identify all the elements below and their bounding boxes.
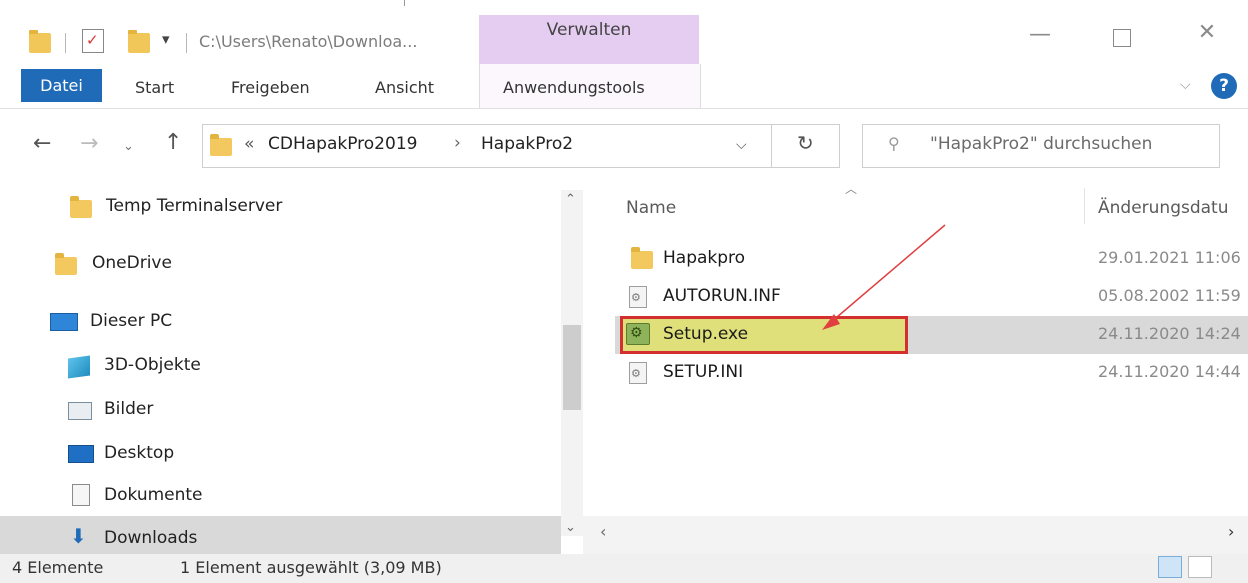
installer-icon [626, 323, 650, 345]
folder-icon [55, 253, 77, 275]
tab-anwendungstools[interactable]: Anwendungstools [503, 78, 645, 97]
customize-quick-access-icon[interactable]: ▾ [162, 30, 170, 48]
nav-item-dokumente[interactable]: Dokumente [104, 485, 203, 505]
file-name: Hapakpro [663, 248, 746, 268]
settings-file-icon [629, 362, 647, 384]
breadcrumb-hapakpro2[interactable]: HapakPro2 [481, 134, 573, 154]
file-name: SETUP.INI [663, 362, 744, 382]
nav-item-temp-terminalserver[interactable]: Temp Terminalserver [106, 196, 282, 216]
file-date: 24.11.2020 14:44 [1098, 362, 1241, 381]
folder-icon [631, 247, 653, 269]
nav-item-3d-objekte[interactable]: 3D-Objekte [104, 355, 201, 375]
tab-datei[interactable]: Datei [21, 69, 102, 102]
refresh-icon: ↻ [797, 131, 814, 155]
tab-freigeben[interactable]: Freigeben [231, 78, 310, 97]
item-count: 4 Elemente [12, 558, 104, 577]
nav-scrollbar-thumb[interactable] [563, 325, 581, 410]
nav-item-downloads[interactable]: Downloads [104, 528, 197, 548]
scroll-left-icon[interactable]: ‹ [600, 522, 606, 541]
scroll-down-icon[interactable]: ⌄ [565, 520, 576, 535]
divider [65, 33, 66, 53]
file-date: 24.11.2020 14:24 [1098, 324, 1241, 343]
new-folder-icon[interactable] [128, 30, 150, 53]
document-icon [72, 484, 90, 506]
breadcrumb-separator-icon[interactable]: › [454, 133, 461, 153]
horizontal-scrollbar[interactable] [583, 516, 1248, 554]
file-name: AUTORUN.INF [663, 286, 781, 306]
nav-item-dieser-pc[interactable]: Dieser PC [90, 311, 172, 331]
nav-item-desktop[interactable]: Desktop [104, 443, 174, 463]
scroll-right-icon[interactable]: › [1228, 522, 1234, 541]
search-icon: ⚲ [888, 134, 900, 153]
breadcrumb-overflow[interactable]: « [244, 134, 254, 154]
back-icon[interactable]: ← [33, 131, 51, 156]
file-name: Setup.exe [663, 324, 749, 344]
expand-ribbon-icon[interactable]: ⌵ [1180, 77, 1191, 93]
recent-locations-icon[interactable]: ⌄ [123, 139, 134, 154]
context-tab-verwalten[interactable]: Verwalten [479, 20, 699, 40]
download-icon: ⬇ [70, 524, 87, 548]
pictures-icon [68, 402, 92, 420]
folder-icon [70, 196, 92, 218]
breadcrumb-cdhapakpro2019[interactable]: CDHapakPro2019 [268, 134, 417, 154]
check-icon: ✓ [86, 31, 99, 49]
pc-icon [50, 313, 78, 331]
maximize-icon[interactable] [1113, 29, 1131, 47]
cube-icon [68, 355, 90, 379]
minimize-icon[interactable]: — [1025, 22, 1055, 47]
details-view-icon[interactable] [1158, 556, 1182, 578]
column-header-date[interactable]: Änderungsdatu [1098, 198, 1229, 218]
nav-item-onedrive[interactable]: OneDrive [92, 253, 172, 273]
desktop-icon [68, 445, 94, 463]
large-icons-view-icon[interactable] [1188, 556, 1212, 578]
settings-file-icon [629, 286, 647, 308]
tab-ansicht[interactable]: Ansicht [375, 78, 434, 97]
divider [186, 33, 187, 53]
file-date: 29.01.2021 11:06 [1098, 248, 1241, 267]
up-icon[interactable]: ↑ [164, 130, 182, 155]
annotation-arrow [822, 224, 946, 330]
search-input[interactable]: "HapakPro2" durchsuchen [930, 134, 1152, 154]
divider [404, 0, 405, 6]
file-date: 05.08.2002 11:59 [1098, 286, 1241, 305]
help-button[interactable]: ? [1211, 73, 1237, 99]
close-icon[interactable]: ✕ [1192, 20, 1222, 45]
nav-item-bilder[interactable]: Bilder [104, 399, 153, 419]
sort-ascending-icon: ︿ [845, 182, 858, 196]
file-row-setup-ini[interactable]: SETUP.INI 24.11.2020 14:44 [615, 354, 1248, 392]
column-header-name[interactable]: Name [626, 198, 676, 218]
window-title: C:\Users\Renato\Downloa... [199, 32, 418, 51]
forward-icon[interactable]: → [80, 131, 98, 156]
properties-icon[interactable]: ✓ [82, 29, 104, 53]
scroll-up-icon[interactable]: ⌃ [565, 192, 576, 207]
column-divider[interactable] [1084, 188, 1085, 224]
tab-start[interactable]: Start [135, 78, 174, 97]
address-dropdown-icon[interactable]: ⌵ [736, 137, 747, 153]
folder-icon[interactable] [29, 30, 51, 53]
folder-icon [210, 134, 232, 156]
selection-info: 1 Element ausgewählt (3,09 MB) [180, 558, 442, 577]
